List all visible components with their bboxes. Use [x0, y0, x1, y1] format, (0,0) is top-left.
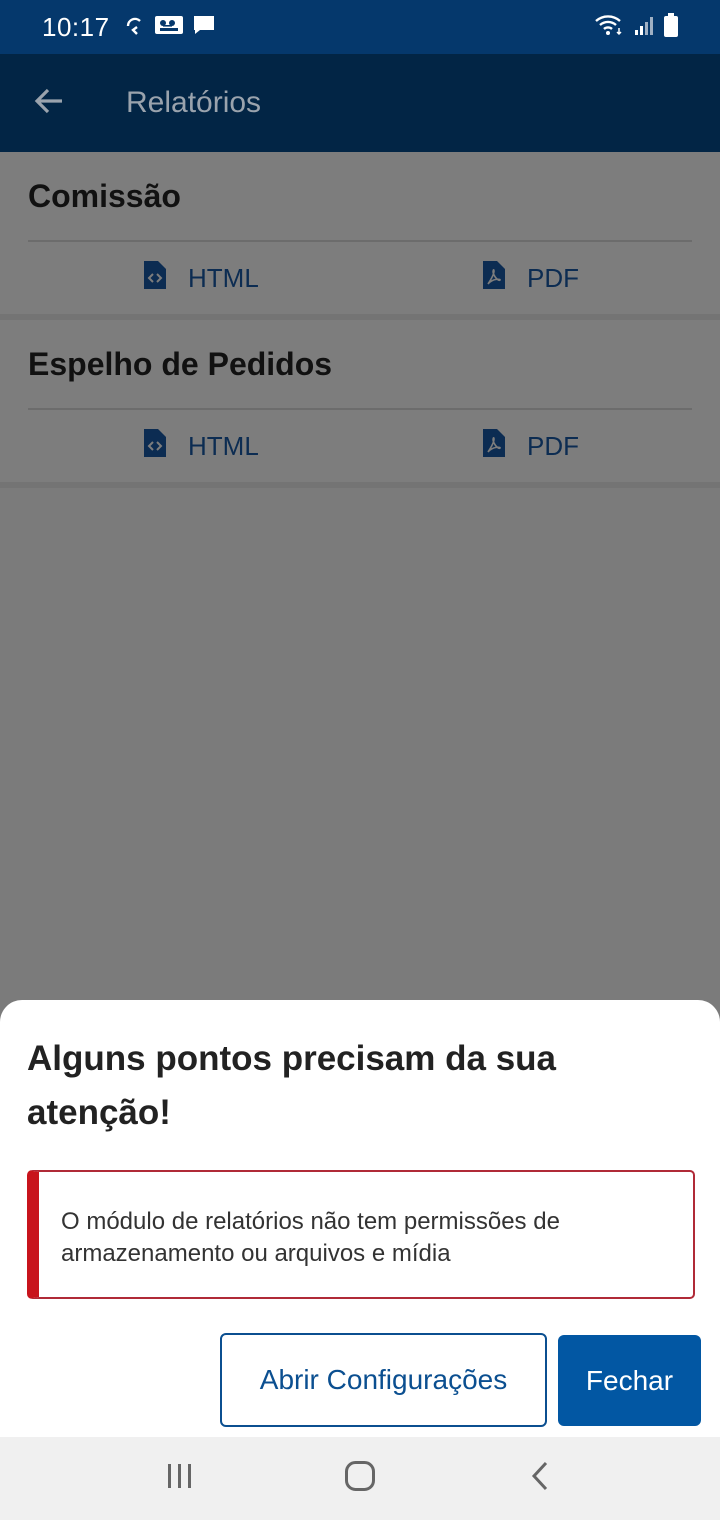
- open-settings-button[interactable]: Abrir Configurações: [220, 1333, 547, 1427]
- system-nav-bar: [0, 1437, 720, 1520]
- sheet-title: Alguns pontos precisam da sua atenção!: [27, 1039, 556, 1132]
- file-pdf-icon: [483, 428, 505, 464]
- html-button[interactable]: HTML: [76, 260, 353, 296]
- back-button[interactable]: [0, 54, 98, 152]
- report-card-espelho-pedidos: Espelho de Pedidos HTML PDF: [0, 320, 720, 488]
- page-title: Relatórios: [126, 86, 262, 119]
- report-title: Comissão: [28, 177, 181, 214]
- file-pdf-icon: [483, 260, 505, 296]
- status-bar: 10:17: [0, 0, 720, 54]
- nav-back-button[interactable]: [510, 1449, 570, 1509]
- report-list: Comissão HTML PDF Espelho de Pedidos HTM…: [0, 152, 720, 488]
- file-code-icon: [144, 428, 166, 464]
- back-icon: [530, 1461, 550, 1496]
- html-label: HTML: [188, 430, 259, 461]
- attention-bottom-sheet: Alguns pontos precisam da sua atenção! O…: [0, 1000, 720, 1437]
- chat-icon: [192, 13, 216, 42]
- report-title: Espelho de Pedidos: [28, 345, 333, 382]
- report-card-comissao: Comissão HTML PDF: [0, 152, 720, 320]
- close-button[interactable]: Fechar: [558, 1335, 701, 1426]
- wifi-icon: [594, 13, 624, 42]
- html-button[interactable]: HTML: [76, 428, 353, 464]
- voicemail-icon: [154, 14, 184, 41]
- recents-icon: [165, 1463, 195, 1494]
- arrow-left-icon: [34, 87, 64, 120]
- home-button[interactable]: [330, 1449, 390, 1509]
- permission-alert: O módulo de relatórios não tem permissõe…: [27, 1170, 695, 1299]
- pdf-button[interactable]: PDF: [353, 260, 692, 296]
- app-bar: Relatórios: [0, 54, 720, 152]
- pdf-button[interactable]: PDF: [353, 428, 692, 464]
- pdf-label: PDF: [527, 262, 579, 293]
- battery-icon: [664, 12, 678, 42]
- signal-icon: [634, 14, 654, 41]
- status-time: 10:17: [42, 11, 110, 42]
- recents-button[interactable]: [150, 1449, 210, 1509]
- html-label: HTML: [188, 262, 259, 293]
- file-code-icon: [144, 260, 166, 296]
- alert-message: O módulo de relatórios não tem permissõe…: [61, 1208, 560, 1267]
- sync-icon: [124, 14, 146, 41]
- pdf-label: PDF: [527, 430, 579, 461]
- home-icon: [344, 1460, 376, 1497]
